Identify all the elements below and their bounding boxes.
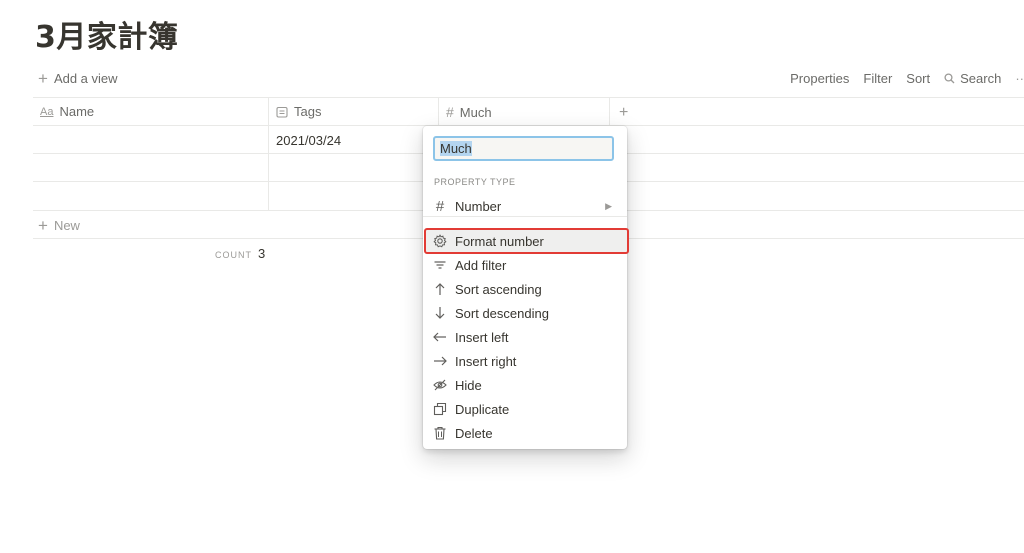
count-label: COUNT bbox=[215, 250, 252, 260]
menu-item-label: Sort descending bbox=[455, 305, 549, 321]
menu-item-label: Duplicate bbox=[455, 401, 510, 417]
search-label: Search bbox=[960, 71, 1002, 86]
count-footer[interactable]: COUNT 3 bbox=[215, 246, 265, 261]
delete-item[interactable]: Delete bbox=[428, 422, 622, 444]
sort-button[interactable]: Sort bbox=[906, 71, 930, 86]
menu-item-label: Delete bbox=[455, 425, 493, 441]
hash-icon: # bbox=[446, 104, 454, 120]
column-header-much[interactable]: # Much bbox=[446, 104, 492, 120]
page-title[interactable]: 3月家計簿 bbox=[35, 12, 178, 56]
menu-item-label: Insert right bbox=[455, 353, 517, 369]
add-view-label: Add a view bbox=[53, 71, 118, 86]
calendar-icon bbox=[276, 106, 288, 118]
property-type-heading: PROPERTY TYPE bbox=[434, 177, 516, 187]
trash-icon bbox=[434, 426, 446, 440]
column-label: Name bbox=[59, 104, 95, 119]
search-icon bbox=[944, 73, 955, 84]
new-row-button[interactable]: + New bbox=[38, 215, 80, 235]
insert-left-item[interactable]: Insert left bbox=[428, 326, 622, 348]
plus-icon: + bbox=[38, 68, 48, 88]
duplicate-item[interactable]: Duplicate bbox=[428, 398, 622, 420]
property-name-input[interactable]: Much bbox=[433, 136, 614, 161]
eye-off-icon bbox=[433, 379, 447, 391]
tags-cell[interactable]: 2021/03/24 bbox=[276, 133, 341, 148]
property-menu: Much PROPERTY TYPE # Number ▶ Format num… bbox=[423, 126, 629, 449]
menu-item-label: Hide bbox=[455, 377, 482, 393]
add-column-button[interactable]: + bbox=[619, 104, 628, 122]
insert-right-item[interactable]: Insert right bbox=[428, 350, 622, 372]
gear-icon bbox=[433, 234, 447, 248]
text-aa-icon: Aa bbox=[40, 105, 54, 118]
duplicate-icon bbox=[433, 402, 447, 416]
column-header-tags[interactable]: Tags bbox=[276, 104, 321, 119]
menu-item-label: Format number bbox=[455, 233, 544, 249]
hash-icon: # bbox=[435, 197, 445, 215]
add-view-button[interactable]: + Add a view bbox=[38, 68, 118, 88]
search-button[interactable]: Search bbox=[944, 71, 1001, 86]
new-row-label: New bbox=[53, 218, 80, 233]
view-actions: Properties Filter Sort Search ·· bbox=[790, 71, 1024, 86]
format-number-item[interactable]: Format number bbox=[424, 228, 629, 254]
filter-icon bbox=[434, 261, 446, 269]
table-top-border bbox=[33, 97, 1024, 98]
property-type-select[interactable]: # Number ▶ bbox=[428, 195, 622, 217]
column-label: Tags bbox=[294, 104, 322, 119]
count-value: 3 bbox=[258, 246, 266, 261]
column-header-name[interactable]: Aa Name bbox=[40, 104, 94, 119]
property-type-label: Number bbox=[455, 198, 502, 214]
column-label: Much bbox=[459, 104, 492, 120]
property-name-value: Much bbox=[440, 141, 472, 156]
sort-descending-item[interactable]: Sort descending bbox=[428, 302, 622, 324]
menu-divider bbox=[423, 216, 627, 217]
add-filter-item[interactable]: Add filter bbox=[428, 254, 622, 276]
arrow-right-icon bbox=[434, 356, 447, 366]
hide-item[interactable]: Hide bbox=[428, 374, 622, 396]
arrow-down-icon bbox=[435, 307, 445, 319]
properties-button[interactable]: Properties bbox=[790, 71, 849, 86]
view-toolbar: + Add a view Properties Filter Sort Sear… bbox=[0, 66, 1024, 92]
plus-icon: + bbox=[38, 215, 48, 235]
arrow-left-icon bbox=[433, 332, 446, 342]
menu-item-label: Add filter bbox=[455, 257, 507, 273]
more-options-button[interactable]: ·· bbox=[1015, 71, 1024, 86]
arrow-up-icon bbox=[435, 283, 445, 295]
filter-button[interactable]: Filter bbox=[863, 71, 892, 86]
triangle-right-icon: ▶ bbox=[605, 200, 612, 211]
sort-ascending-item[interactable]: Sort ascending bbox=[428, 278, 622, 300]
menu-item-label: Insert left bbox=[455, 329, 509, 345]
menu-item-label: Sort ascending bbox=[455, 281, 542, 297]
